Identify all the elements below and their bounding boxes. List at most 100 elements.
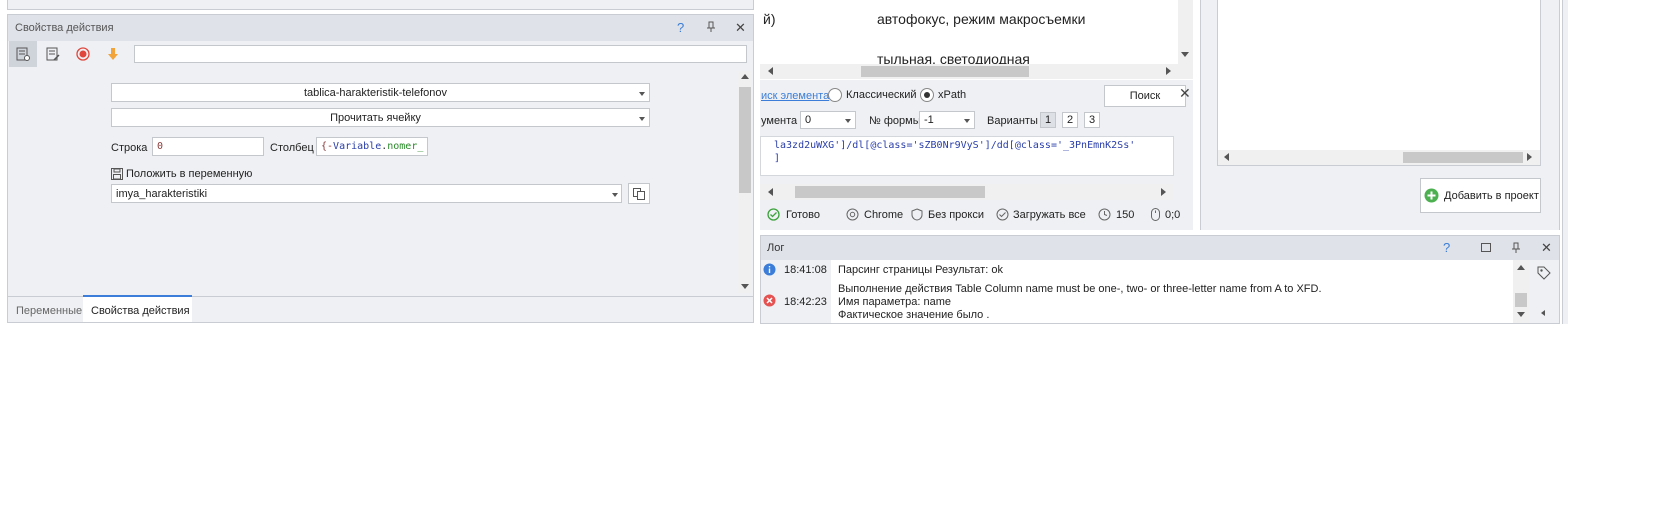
variable-select-value: imya_harakteristiki <box>116 188 208 200</box>
close-icon[interactable]: ✕ <box>735 20 746 36</box>
browser-vertical-scrollbar[interactable] <box>1178 0 1193 64</box>
save-to-variable-label: Положить в переменную <box>126 168 253 180</box>
panel-header: Свойства действия ? ✕ <box>8 15 753 41</box>
scroll-thumb[interactable] <box>861 66 1029 77</box>
status-timeout[interactable]: 150 <box>1098 208 1134 221</box>
radio-circle-selected <box>920 88 934 102</box>
shield-icon <box>911 208 923 221</box>
variant-1-button[interactable]: 1 <box>1040 112 1056 128</box>
log-vertical-scrollbar[interactable] <box>1513 260 1529 323</box>
scroll-left-icon[interactable] <box>768 67 773 75</box>
log-panel: Лог ? ✕ 18:41:08 Парсинг страницы Резуль… <box>760 235 1560 324</box>
scroll-thumb[interactable] <box>1403 152 1523 163</box>
scroll-down-icon[interactable] <box>741 284 749 289</box>
floppy-disk-icon <box>111 168 123 180</box>
edit-list-icon[interactable] <box>41 41 65 67</box>
tab-action-properties-label: Свойства действия <box>91 305 190 317</box>
help-icon[interactable]: ? <box>677 20 684 35</box>
step-down-arrow-icon[interactable] <box>101 41 125 67</box>
tab-variables[interactable]: Переменные <box>16 305 82 317</box>
record-icon[interactable] <box>71 41 95 67</box>
scroll-left-icon[interactable] <box>768 188 773 196</box>
table-select[interactable]: tablica-harakteristik-telefonov <box>111 83 650 102</box>
status-load-label: Загружать все <box>1013 208 1086 221</box>
collapse-icon[interactable] <box>1541 310 1545 316</box>
variant-1-label: 1 <box>1044 114 1052 126</box>
scroll-down-icon[interactable] <box>1181 52 1189 57</box>
chevron-down-icon <box>639 117 645 121</box>
browser-horizontal-scrollbar[interactable] <box>760 64 1193 79</box>
page-text-line: тыльная, светодиодная <box>877 51 1030 64</box>
check-circle-icon <box>996 208 1009 221</box>
help-icon[interactable]: ? <box>1443 240 1450 255</box>
radio-xpath-label: xPath <box>938 89 967 101</box>
status-load[interactable]: Загружать все <box>996 208 1086 221</box>
variant-2-button[interactable]: 2 <box>1062 112 1078 128</box>
clock-icon <box>1098 208 1111 221</box>
vertical-scrollbar[interactable] <box>738 71 752 293</box>
close-icon[interactable]: ✕ <box>1541 240 1552 256</box>
pin-icon[interactable] <box>1511 242 1521 257</box>
status-proxy[interactable]: Без прокси <box>911 208 984 221</box>
scroll-thumb[interactable] <box>739 87 751 193</box>
tab-action-properties[interactable]: Свойства действия <box>83 295 192 322</box>
tag-icon[interactable] <box>1537 266 1551 280</box>
element-search-panel: иск элемента Классический xPath Поиск ум… <box>760 80 1193 230</box>
xpath-horizontal-scrollbar[interactable] <box>760 184 1174 200</box>
log-entry-info[interactable]: 18:41:08 Парсинг страницы Результат: ok <box>761 262 1513 276</box>
status-coords-label: 0;0 <box>1165 208 1181 221</box>
document-select[interactable]: 0 <box>800 111 856 129</box>
scroll-left-icon[interactable] <box>1224 153 1229 161</box>
variant-3-button[interactable]: 3 <box>1084 112 1100 128</box>
column-var: Variable <box>333 141 382 152</box>
row-input[interactable]: 0 <box>152 137 264 156</box>
copy-variable-button[interactable] <box>628 183 650 204</box>
scroll-thumb[interactable] <box>795 186 985 198</box>
panel-title: Свойства действия <box>15 22 114 34</box>
column-input-value: {-Variable.nomer_ <box>321 141 423 152</box>
info-icon <box>763 263 776 276</box>
search-button[interactable]: Поиск <box>1104 85 1186 107</box>
log-entry-error[interactable]: 18:42:23 Выполнение действия Table Colum… <box>761 281 1513 321</box>
chevron-down-icon <box>964 119 970 123</box>
scroll-thumb[interactable] <box>1515 293 1527 307</box>
action-comment-input[interactable] <box>134 45 747 63</box>
save-to-variable-row[interactable]: Положить в переменную <box>111 167 252 181</box>
log-time: 18:41:08 <box>784 264 827 276</box>
xpath-editor[interactable]: la3zd2uWXG']/dl[@class='sZB0Nr9VyS']/dd[… <box>760 136 1174 176</box>
status-coords: 0;0 <box>1151 208 1180 221</box>
status-browser[interactable]: Chrome <box>846 208 903 221</box>
properties-view-icon[interactable] <box>9 41 37 67</box>
column-input[interactable]: {-Variable.nomer_ <box>316 137 428 156</box>
xpath-line: ] <box>774 153 781 164</box>
row-label: Строка <box>111 142 148 154</box>
radio-classic[interactable]: Классический <box>828 88 917 102</box>
scroll-up-icon[interactable] <box>741 74 749 79</box>
project-list[interactable] <box>1217 0 1541 166</box>
search-close-icon[interactable]: ✕ <box>1179 85 1191 102</box>
variable-select[interactable]: imya_harakteristiki <box>111 184 622 203</box>
log-message: Имя параметра: name <box>838 296 952 308</box>
form-number-value: -1 <box>924 114 934 126</box>
add-to-project-button[interactable]: Добавить в проект <box>1420 178 1541 213</box>
pin-icon[interactable] <box>706 21 716 33</box>
maximize-icon[interactable] <box>1481 243 1491 252</box>
status-timeout-label: 150 <box>1116 208 1135 221</box>
tab-bar: Переменные Свойства действия <box>8 295 753 322</box>
check-circle-icon <box>767 208 780 221</box>
log-side-toolbar <box>1529 260 1559 323</box>
status-browser-label: Chrome <box>864 208 904 221</box>
scroll-down-icon[interactable] <box>1517 312 1525 317</box>
form-number-select[interactable]: -1 <box>919 111 975 129</box>
mouse-icon <box>1151 208 1160 221</box>
top-left-panel-strip <box>7 0 754 10</box>
element-search-link[interactable]: иск элемента <box>761 90 829 102</box>
variant-2-label: 2 <box>1066 114 1074 126</box>
scroll-up-icon[interactable] <box>1517 265 1525 270</box>
scroll-right-icon[interactable] <box>1166 67 1171 75</box>
project-horizontal-scrollbar[interactable] <box>1218 150 1540 165</box>
action-select[interactable]: Прочитать ячейку <box>111 108 650 127</box>
scroll-right-icon[interactable] <box>1161 188 1166 196</box>
radio-xpath[interactable]: xPath <box>920 88 966 102</box>
scroll-right-icon[interactable] <box>1527 153 1532 161</box>
